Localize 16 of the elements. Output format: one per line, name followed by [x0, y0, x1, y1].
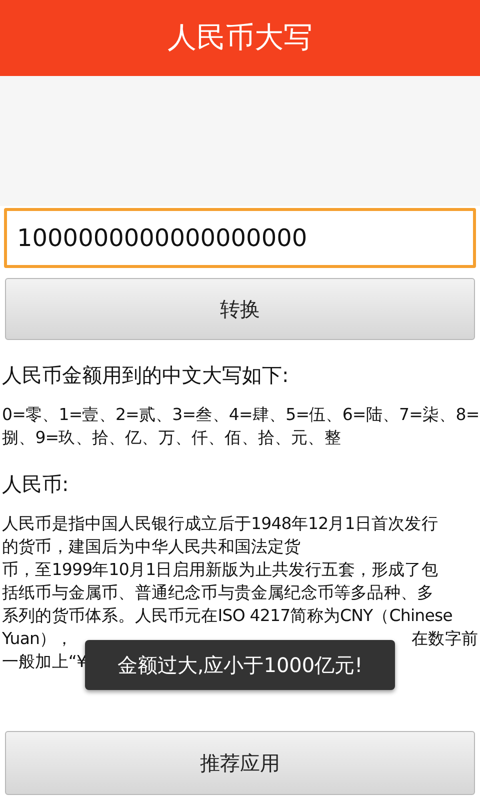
- section-heading: 人民币金额用到的中文大写如下:: [2, 362, 290, 389]
- section-heading: 人民币:: [2, 471, 70, 498]
- text-line: 捌、9=玖、拾、亿、万、仟、佰、拾、元、整: [2, 427, 341, 449]
- text-line: 括纸币与金属币、普通纪念币与贵金属纪念币等多品种、多: [2, 582, 434, 604]
- text-line: 的货币，建国后为中华人民共和国法定货: [2, 536, 301, 558]
- convert-button[interactable]: 转换: [5, 278, 475, 340]
- recommend-button[interactable]: 推荐应用: [5, 731, 475, 795]
- text-line: 系列的货币体系。人民币元在ISO 4217简称为CNY（Chinese: [2, 605, 452, 627]
- toast-message: 金额过大,应小于1000亿元!: [85, 640, 395, 690]
- app-title: 人民币大写: [168, 19, 312, 56]
- text-line: 在数字前: [412, 628, 478, 650]
- text-line: 币，至1999年10月1日启用新版为止共发行五套，形成了包: [2, 559, 438, 581]
- text-line: 人民币是指中国人民银行成立后于1948年12月1日首次发行: [2, 513, 438, 535]
- text-line: 0=零、1=壹、2=贰、3=叁、4=肆、5=伍、6=陆、7=柒、8=: [2, 404, 480, 426]
- amount-field[interactable]: 1000000000000000000: [4, 208, 476, 268]
- text-line: Yuan），: [2, 628, 73, 650]
